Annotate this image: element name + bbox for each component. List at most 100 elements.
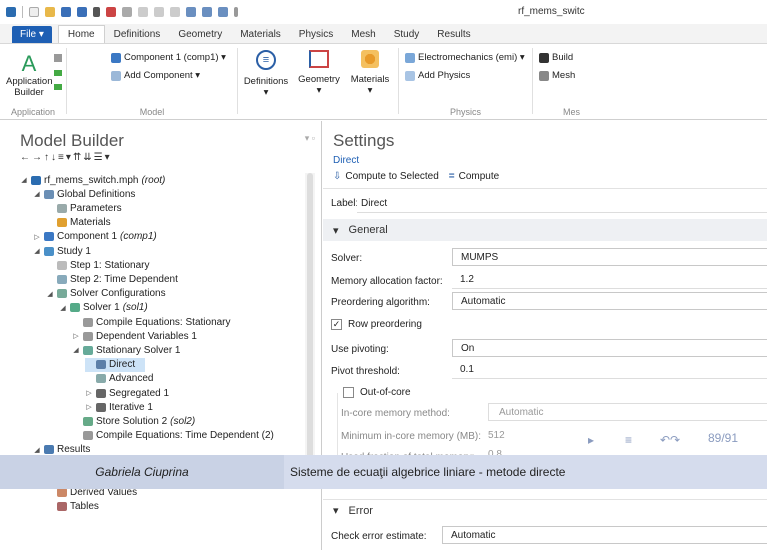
copy-icon[interactable] (138, 7, 148, 17)
plot-icon[interactable] (218, 7, 228, 17)
tab-study[interactable]: Study (385, 26, 429, 43)
tree-item-label: Solver 1 (83, 302, 120, 314)
tree-item[interactable]: ▷ Segregated 1 (85, 386, 169, 400)
component-select[interactable]: Component 1 (comp1) ▾ (111, 52, 226, 63)
tab-geometry[interactable]: Geometry (169, 26, 231, 43)
new-file-icon[interactable] (29, 7, 39, 17)
check-error-caption: Check error estimate: (331, 531, 427, 542)
play-icon[interactable] (93, 7, 100, 17)
tree-scrollbar[interactable] (305, 173, 315, 473)
tree-item[interactable]: Step 1: Stationary (46, 258, 150, 272)
label-field[interactable]: Direct (357, 195, 767, 213)
row-preordering-checkbox[interactable]: ✓ Row preordering (331, 319, 422, 330)
tree-item[interactable]: Direct (85, 357, 145, 372)
tab-physics[interactable]: Physics (290, 26, 342, 43)
add-component-button[interactable]: Add Component ▾ (111, 70, 200, 81)
compute-to-selected-button[interactable]: ⇩ Compute to Selected (333, 171, 439, 182)
definitions-button[interactable]: ≡ Definitions ▾ (240, 50, 292, 98)
tree-item-label: Stationary Solver 1 (96, 344, 181, 356)
incore-method-select[interactable]: Automatic (488, 403, 767, 421)
undo-icon[interactable] (106, 7, 116, 17)
geometry-button[interactable]: Geometry ▾ (294, 50, 344, 96)
expand-toggle-icon[interactable]: ▷ (33, 233, 41, 241)
tree-item-label: Study 1 (57, 245, 91, 257)
pivot-threshold-field[interactable]: 0.1 (452, 361, 767, 379)
expand-toggle-icon[interactable]: ▷ (85, 403, 93, 411)
tab-materials[interactable]: Materials (231, 26, 290, 43)
general-section-header[interactable]: ▾ General (323, 219, 767, 241)
nav-search-icon[interactable]: ↶↷ (660, 433, 680, 447)
tree-item[interactable]: Compile Equations: Stationary (72, 315, 231, 329)
check-error-select[interactable]: Automatic (442, 526, 767, 544)
save-as-icon[interactable] (77, 7, 87, 17)
tree-node-icon (96, 388, 106, 398)
preordering-caption: Preordering algorithm: (331, 297, 430, 308)
tree-item[interactable]: ◢ Global Definitions (33, 187, 135, 201)
tab-definitions[interactable]: Definitions (105, 26, 170, 43)
tree-item[interactable]: Tables (46, 500, 99, 514)
paste-icon[interactable] (154, 7, 164, 17)
compute-icon[interactable] (202, 7, 212, 17)
tree-item[interactable]: Store Solution 2 (sol2) (72, 414, 195, 428)
down-icon[interactable]: ↓ (51, 152, 58, 163)
show-icon[interactable]: ≡▾ (58, 152, 73, 163)
tree-item[interactable]: Compile Equations: Time Dependent (2) (72, 429, 274, 443)
tree-item[interactable]: Materials (46, 216, 111, 230)
preordering-select[interactable]: Automatic (452, 292, 767, 310)
expand-toggle-icon[interactable]: ◢ (72, 346, 80, 354)
application-builder-button[interactable]: A Application Builder (6, 52, 52, 99)
label-caption: Label: (331, 198, 359, 209)
physics-select[interactable]: Electromechanics (emi) ▾ (405, 52, 525, 63)
build-mesh-button[interactable]: Build (539, 52, 573, 63)
tab-home[interactable]: Home (57, 25, 105, 43)
expand-toggle-icon[interactable]: ◢ (33, 446, 41, 454)
compute-button[interactable]: = Compute (449, 171, 499, 182)
mesh-button[interactable]: Mesh (539, 70, 575, 81)
forward-icon[interactable]: → (32, 152, 44, 163)
tab-results[interactable]: Results (428, 26, 479, 43)
tree-scrollbar-thumb[interactable] (307, 173, 313, 463)
expand-icon[interactable]: ⇈ (73, 152, 83, 163)
tree-item[interactable]: ◢ Solver Configurations (46, 287, 165, 301)
tree-item[interactable]: ▷ Component 1 (comp1) (33, 230, 156, 244)
expand-toggle-icon[interactable]: ◢ (33, 247, 41, 255)
memory-factor-field[interactable]: 1.2 (452, 271, 767, 289)
tree-item[interactable]: Step 2: Time Dependent (46, 272, 178, 286)
error-section-header[interactable]: ▾ Error (323, 499, 767, 521)
delete-icon[interactable] (170, 7, 180, 17)
pivoting-select[interactable]: On (452, 339, 767, 357)
save-icon[interactable] (61, 7, 71, 17)
tree-item[interactable]: ◢ Solver 1 (sol1) (59, 301, 147, 315)
pane-controls-icon[interactable]: ▾ ▫ (305, 133, 315, 144)
open-folder-icon[interactable] (45, 7, 55, 17)
solver-select[interactable]: MUMPS (452, 248, 767, 266)
collapse-icon[interactable]: ⇊ (83, 152, 93, 163)
tree-item[interactable]: ◢ Stationary Solver 1 (72, 343, 181, 357)
tree-item[interactable]: ◢ rf_mems_switch.mph (root) (20, 173, 165, 187)
redo-icon[interactable] (122, 7, 132, 17)
expand-toggle-icon[interactable]: ◢ (33, 190, 41, 198)
row-preordering-check-icon: ✓ (331, 319, 342, 330)
tab-file[interactable]: File ▾ (12, 26, 52, 43)
up-icon[interactable]: ↑ (44, 152, 51, 163)
tab-mesh[interactable]: Mesh (342, 26, 384, 43)
tree-item[interactable]: Parameters (46, 201, 122, 215)
tree-item[interactable]: Advanced (85, 372, 153, 386)
nav-section-icon[interactable]: ≡ (625, 433, 632, 447)
expand-toggle-icon[interactable]: ▷ (72, 332, 80, 340)
build-all-icon[interactable] (186, 7, 196, 17)
slide-footer: Gabriela Ciuprina Sisteme de ecuaţii alg… (0, 455, 767, 489)
expand-toggle-icon[interactable]: ◢ (46, 290, 54, 298)
view-menu-icon[interactable]: ☰▾ (94, 152, 112, 163)
tree-item[interactable]: ▷ Iterative 1 (85, 400, 153, 414)
expand-toggle-icon[interactable]: ◢ (20, 176, 28, 184)
expand-toggle-icon[interactable]: ◢ (59, 304, 67, 312)
nav-arrow-icon[interactable]: ▸ (588, 433, 594, 447)
back-icon[interactable]: ← (20, 152, 32, 163)
expand-toggle-icon[interactable]: ▷ (85, 389, 93, 397)
add-physics-button[interactable]: Add Physics (405, 70, 470, 81)
dropdown-icon[interactable] (234, 7, 238, 17)
tree-item[interactable]: ◢ Study 1 (33, 244, 91, 258)
tree-item[interactable]: ▷ Dependent Variables 1 (72, 329, 197, 343)
materials-button[interactable]: Materials ▾ (345, 50, 395, 96)
